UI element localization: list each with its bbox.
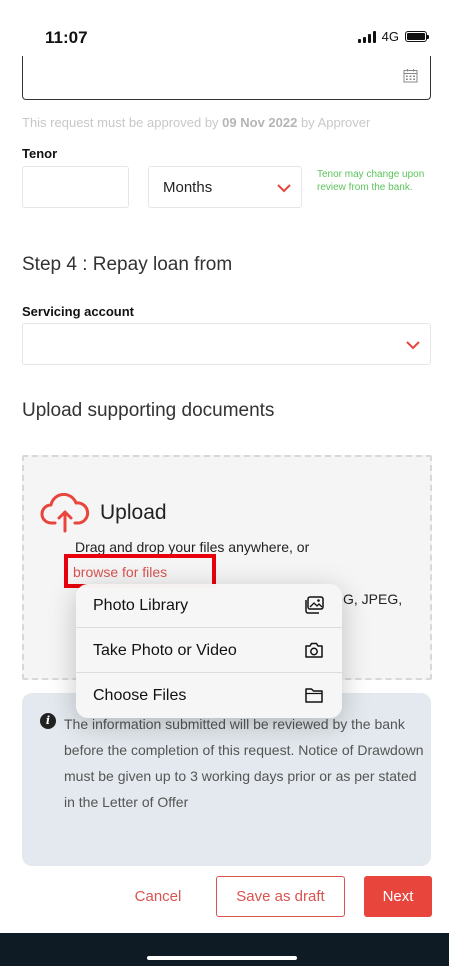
- menu-item-take-photo[interactable]: Take Photo or Video: [76, 629, 342, 673]
- folder-icon: [305, 688, 323, 703]
- approval-deadline: 09 Nov 2022: [222, 115, 298, 130]
- drag-drop-text: Drag and drop your files anywhere, or: [75, 539, 310, 555]
- bottom-bar: [0, 933, 449, 966]
- approval-date-field[interactable]: [22, 56, 431, 100]
- chevron-down-icon: [406, 341, 420, 350]
- info-text: The information submitted will be review…: [64, 716, 424, 810]
- camera-icon: [305, 642, 323, 658]
- info-icon: i: [40, 713, 56, 729]
- save-draft-button[interactable]: Save as draft: [216, 876, 345, 917]
- status-indicators: 4G: [357, 29, 429, 44]
- servicing-account-label: Servicing account: [22, 304, 134, 319]
- status-time: 11:07: [45, 28, 88, 47]
- step-4-title: Step 4 : Repay loan from: [22, 254, 233, 275]
- tenor-unit-value: Months: [163, 179, 213, 196]
- tenor-unit-select[interactable]: Months: [148, 166, 302, 208]
- status-bar: 11:07 4G: [0, 0, 449, 60]
- signal-icon: [357, 30, 376, 43]
- menu-item-photo-library[interactable]: Photo Library: [76, 584, 342, 628]
- cancel-button[interactable]: Cancel: [120, 876, 196, 916]
- menu-item-choose-files[interactable]: Choose Files: [76, 674, 342, 718]
- network-type: 4G: [381, 29, 399, 44]
- tenor-label: Tenor: [22, 146, 58, 161]
- chevron-down-icon: [277, 184, 291, 193]
- approval-note: This request must be approved by 09 Nov …: [22, 115, 371, 130]
- servicing-account-select[interactable]: [22, 323, 431, 365]
- next-button[interactable]: Next: [364, 876, 432, 917]
- tenor-input[interactable]: [22, 166, 129, 208]
- file-source-menu: Photo Library Take Photo or Video Choose…: [76, 584, 342, 718]
- browse-files-highlight: [64, 554, 216, 588]
- photo-library-icon: [305, 596, 324, 614]
- upload-section-title: Upload supporting documents: [22, 400, 275, 421]
- home-indicator[interactable]: [147, 956, 297, 960]
- battery-icon: [405, 31, 429, 42]
- file-types-text: G, JPEG,: [343, 591, 403, 607]
- calendar-icon[interactable]: [403, 68, 418, 83]
- cloud-upload-icon: [40, 493, 90, 533]
- tenor-hint: Tenor may change upon review from the ba…: [317, 169, 425, 193]
- upload-heading: Upload: [100, 501, 167, 524]
